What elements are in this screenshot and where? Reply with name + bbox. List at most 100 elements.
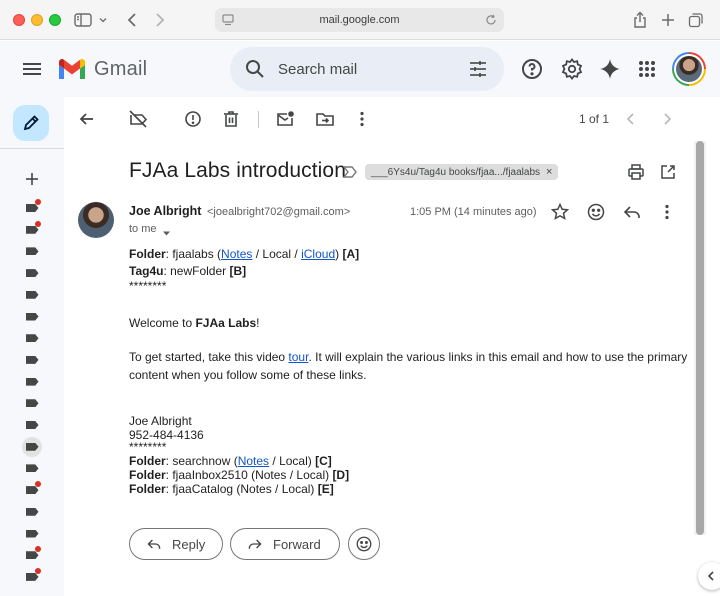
label-tag-12[interactable]	[22, 436, 42, 457]
label-tag-icon	[25, 572, 39, 581]
body-folder-inbox: Folder: fjaaInbox2510 (Notes / Local) [D…	[129, 468, 350, 482]
label-tag-icon	[25, 551, 39, 560]
url-text: mail.google.com	[319, 14, 400, 26]
label-chip[interactable]: ___6Ys4u/Tag4u books/fjaa.../fjaalabs ×	[365, 164, 559, 180]
sender-name[interactable]: Joe Albright	[129, 204, 201, 218]
label-tag-6[interactable]	[22, 307, 42, 327]
tour-link[interactable]: tour	[288, 350, 308, 364]
gemini-sparkle-icon[interactable]	[598, 57, 622, 81]
label-tag-icon	[25, 507, 39, 516]
importance-marker-icon[interactable]	[342, 165, 358, 179]
label-tag-icon	[25, 247, 39, 256]
label-tag-15[interactable]	[22, 502, 42, 522]
recipient-summary[interactable]: to me	[129, 223, 157, 235]
search-icon[interactable]	[244, 58, 266, 80]
help-icon[interactable]	[520, 57, 544, 81]
main-menu-icon[interactable]	[20, 57, 44, 81]
print-icon[interactable]	[627, 163, 645, 181]
sender-avatar[interactable]	[78, 202, 114, 238]
searchnow-notes-link[interactable]: Notes	[238, 454, 269, 468]
more-options-icon[interactable]	[352, 109, 372, 129]
add-reaction-icon[interactable]	[586, 202, 606, 222]
label-off-icon[interactable]	[128, 109, 148, 129]
forward-button[interactable]: Forward	[230, 528, 340, 560]
icloud-link[interactable]: iCloud	[301, 247, 335, 261]
label-tag-11[interactable]	[22, 415, 42, 435]
reply-icon[interactable]	[622, 202, 642, 222]
body-folder-line: Folder: fjaalabs (Notes / Local / iCloud…	[129, 247, 360, 261]
window-close-button[interactable]	[13, 14, 25, 26]
newer-chevron-icon[interactable]	[621, 109, 641, 129]
side-panel-toggle-button[interactable]	[698, 562, 720, 590]
search-options-icon[interactable]	[468, 59, 488, 79]
label-tag-8[interactable]	[22, 350, 42, 370]
open-new-window-icon[interactable]	[659, 163, 677, 181]
label-tag-icon	[25, 464, 39, 473]
chevron-down-icon[interactable]	[97, 10, 109, 30]
label-tag-3[interactable]	[22, 241, 42, 261]
body-separator-1: ********	[129, 279, 167, 293]
new-tab-icon[interactable]	[658, 10, 678, 30]
window-minimize-button[interactable]	[31, 14, 43, 26]
label-tag-icon	[25, 486, 39, 495]
scrollbar-thumb[interactable]	[696, 141, 704, 535]
reply-button-label: Reply	[172, 536, 206, 552]
back-icon[interactable]	[122, 10, 142, 30]
unread-dot	[35, 567, 41, 574]
label-tag-5[interactable]	[22, 285, 42, 305]
label-tag-9[interactable]	[22, 372, 42, 392]
create-label-icon[interactable]	[22, 169, 42, 189]
label-tag-17[interactable]	[22, 545, 42, 565]
mark-unread-icon[interactable]	[275, 109, 295, 129]
avatar-photo	[676, 56, 702, 82]
label-tag-icon	[25, 334, 39, 343]
message-more-icon[interactable]	[657, 202, 677, 222]
label-tag-icon	[25, 355, 39, 364]
reply-button[interactable]: Reply	[129, 528, 223, 560]
label-tag-13[interactable]	[22, 458, 42, 478]
notes-link[interactable]: Notes	[221, 247, 252, 261]
label-tag-16[interactable]	[22, 524, 42, 544]
emoji-reaction-button[interactable]	[348, 528, 380, 560]
body-welcome: Welcome to FJAa Labs!	[129, 316, 260, 330]
compose-button[interactable]	[13, 105, 49, 141]
label-tag-1[interactable]	[22, 198, 42, 218]
star-icon[interactable]	[550, 202, 570, 222]
label-tag-icon	[25, 377, 39, 386]
account-avatar[interactable]	[672, 52, 706, 86]
forward-icon[interactable]	[150, 10, 170, 30]
settings-gear-icon[interactable]	[560, 57, 584, 81]
gmail-logo-icon[interactable]	[57, 57, 87, 81]
reload-icon[interactable]	[484, 13, 498, 27]
tab-overview-icon[interactable]	[686, 10, 706, 30]
sidebar-toggle-icon[interactable]	[73, 10, 93, 30]
window-zoom-button[interactable]	[49, 14, 61, 26]
label-tag-10[interactable]	[22, 393, 42, 413]
body-separator-2: ********	[129, 440, 167, 454]
back-to-inbox-icon[interactable]	[77, 109, 97, 129]
label-tag-icon	[25, 290, 39, 299]
remove-label-icon[interactable]: ×	[546, 166, 552, 178]
label-tag-14[interactable]	[22, 480, 42, 500]
older-chevron-icon[interactable]	[657, 109, 677, 129]
page-settings-icon[interactable]	[221, 13, 235, 27]
move-to-folder-icon[interactable]	[315, 109, 335, 129]
address-bar[interactable]: mail.google.com	[215, 8, 504, 32]
apps-grid-icon[interactable]	[635, 57, 659, 81]
recipient-details-icon[interactable]	[162, 225, 171, 236]
label-tag-4[interactable]	[22, 263, 42, 283]
search-bar[interactable]	[230, 47, 504, 91]
body-folder-catalog: Folder: fjaaCatalog (Notes / Local) [E]	[129, 482, 334, 496]
label-tag-7[interactable]	[22, 328, 42, 348]
label-tag-18[interactable]	[22, 567, 42, 587]
share-icon[interactable]	[630, 10, 650, 30]
gmail-wordmark: Gmail	[94, 58, 148, 80]
report-spam-icon[interactable]	[183, 109, 203, 129]
sender-email: <joealbright702@gmail.com>	[207, 206, 351, 218]
label-tag-icon	[25, 421, 39, 429]
email-timestamp: 1:05 PM (14 minutes ago)	[410, 206, 537, 218]
rail-divider	[0, 148, 64, 149]
search-input[interactable]	[278, 59, 458, 79]
delete-trash-icon[interactable]	[221, 109, 241, 129]
label-tag-2[interactable]	[22, 220, 42, 240]
